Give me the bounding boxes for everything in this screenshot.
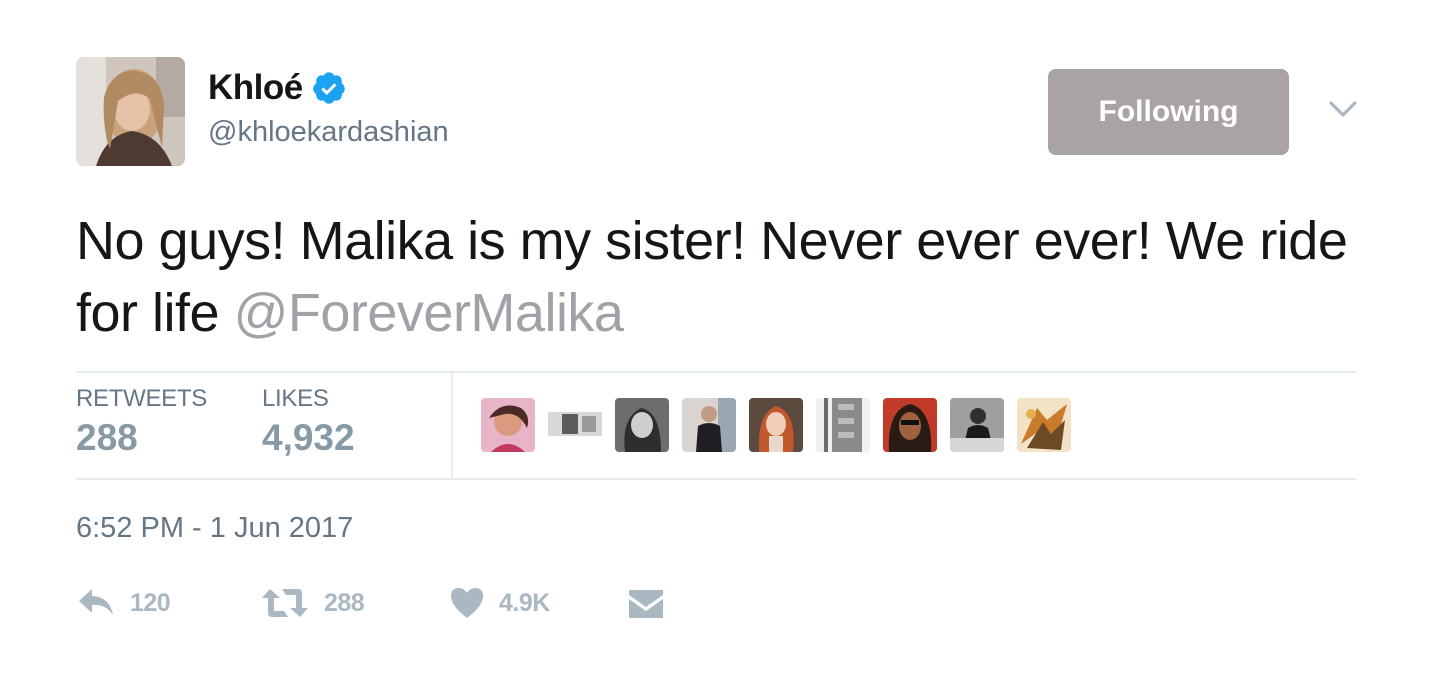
stats-divider-top — [76, 371, 1357, 373]
author-handle[interactable]: @khloekardashian — [208, 116, 449, 149]
reply-count: 120 — [130, 588, 171, 617]
liker-avatar[interactable] — [950, 398, 1004, 452]
mention-link[interactable]: @ForeverMalika — [234, 283, 624, 343]
liker-avatar[interactable] — [682, 398, 736, 452]
tweet-timestamp[interactable]: 6:52 PM - 1 Jun 2017 — [76, 512, 353, 545]
author-avatar[interactable] — [76, 57, 185, 166]
retweets-stat[interactable]: RETWEETS 288 — [76, 385, 207, 459]
liker-avatar[interactable] — [816, 398, 870, 452]
avatar-image — [76, 57, 185, 166]
liker-avatar[interactable] — [615, 398, 669, 452]
author-name-row[interactable]: Khloé — [208, 68, 347, 108]
reply-button[interactable]: 120 — [76, 585, 171, 621]
likes-stat[interactable]: LIKES 4,932 — [262, 385, 355, 459]
retweet-icon — [262, 589, 308, 617]
liker-avatar[interactable] — [883, 398, 937, 452]
like-button[interactable]: 4.9K — [449, 585, 550, 621]
tweet-text: No guys! Malika is my sister! Never ever… — [76, 205, 1376, 349]
stats-divider-bottom — [76, 478, 1357, 480]
chevron-down-icon[interactable] — [1327, 96, 1359, 122]
liker-avatar[interactable] — [1017, 398, 1071, 452]
following-button[interactable]: Following — [1048, 69, 1289, 155]
retweet-button[interactable]: 288 — [260, 585, 365, 621]
author-display-name[interactable]: Khloé — [208, 68, 303, 108]
reply-icon — [79, 589, 113, 615]
heart-icon — [451, 588, 483, 618]
envelope-icon — [629, 590, 663, 618]
liker-avatars — [481, 398, 1071, 452]
retweets-label: RETWEETS — [76, 385, 207, 412]
retweet-count: 288 — [324, 588, 365, 617]
likes-label: LIKES — [262, 385, 329, 412]
retweets-value: 288 — [76, 417, 138, 458]
direct-message-button[interactable] — [626, 585, 666, 621]
tweet-card: Khloé @khloekardashian Following No guys… — [0, 0, 1440, 691]
liker-avatar[interactable] — [481, 398, 535, 452]
liker-avatar[interactable] — [749, 398, 803, 452]
likes-value: 4,932 — [262, 417, 355, 458]
verified-badge-icon — [312, 72, 345, 104]
stats-vertical-divider — [451, 372, 453, 478]
liker-avatar[interactable] — [548, 398, 602, 452]
like-count: 4.9K — [499, 588, 550, 617]
